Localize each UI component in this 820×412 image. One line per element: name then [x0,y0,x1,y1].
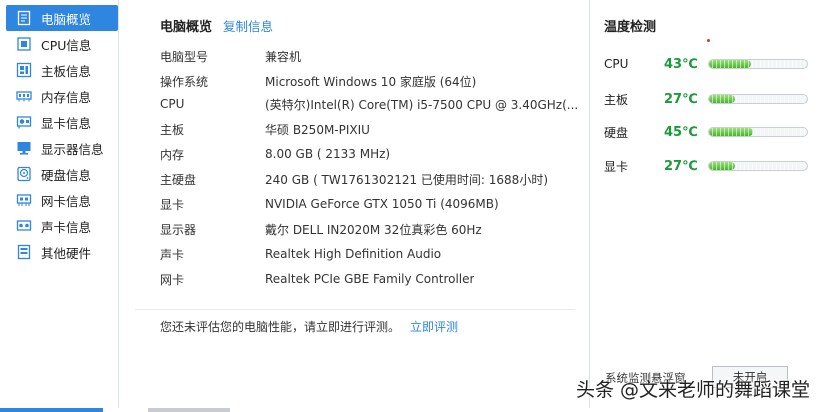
memory-icon [16,91,32,102]
info-value: Microsoft Windows 10 家庭版 (64位) [265,74,477,89]
watermark-text: 头条 @文来老师的舞蹈课堂 [575,379,810,401]
temp-gauge [708,161,808,171]
info-value: 兼容机 [265,49,302,64]
temp-row-gpu: 显卡 27℃ [604,156,814,176]
info-row-sound-card: 声卡 Realtek High Definition Audio [160,244,590,264]
info-row-monitor: 显示器 戴尔 DELL IN2020M 32位真彩色 60Hz [160,219,590,239]
info-key: 声卡 [160,247,185,262]
gauge-ticks [709,162,807,170]
temp-gauge [708,127,808,137]
sidebar-item-network-card[interactable]: 网卡信息 [6,187,118,213]
sidebar-item-sound-card[interactable]: 声卡信息 [6,213,118,239]
sidebar-item-monitor[interactable]: 显示器信息 [6,135,118,161]
evaluation-prompt: 您还未评估您的电脑性能，请立即进行评测。 [160,320,401,334]
sidebar-item-label: 内存信息 [41,89,92,105]
temp-gauge [708,94,808,104]
sidebar-item-label: 声卡信息 [41,219,92,235]
info-row-cpu: CPU (英特尔)Intel(R) Core(TM) i5-7500 CPU @… [160,94,590,114]
info-value: 240 GB ( TW1761302121 已使用时间: 1688小时) [265,172,548,187]
temp-row-motherboard: 主板 27℃ [604,89,814,109]
evaluate-now-link[interactable]: 立即评测 [410,318,458,335]
info-value: (英特尔)Intel(R) Core(TM) i5-7500 CPU @ 3.4… [265,97,579,112]
info-value: NVIDIA GeForce GTX 1050 Ti (4096MB) [265,197,499,211]
info-key: 显卡 [160,197,185,212]
info-key: 网卡 [160,272,185,287]
info-row-network-card: 网卡 Realtek PCIe GBE Family Controller [160,269,590,289]
info-value: Realtek PCIe GBE Family Controller [265,272,475,286]
info-key: 电脑型号 [160,49,209,64]
info-key: 操作系统 [160,74,209,89]
temp-value: 45℃ [664,124,698,140]
sidebar-item-label: 显卡信息 [41,115,92,131]
overview-doc-icon [17,10,31,26]
info-value: 华硕 B250M-PIXIU [265,122,370,137]
page-title: 电脑概览 [160,20,213,35]
info-row-gpu: 显卡 NVIDIA GeForce GTX 1050 Ti (4096MB) [160,194,590,214]
sidebar-item-label: 主板信息 [41,63,92,79]
info-value: 8.00 GB ( 2133 MHz) [265,147,391,161]
motherboard-icon [16,62,32,78]
sidebar-item-label: 显示器信息 [41,141,104,157]
info-row-model: 电脑型号 兼容机 [160,46,590,66]
temp-gauge [708,59,808,69]
temp-name: 硬盘 [604,125,629,140]
info-key: 主硬盘 [160,172,197,187]
info-key: 内存 [160,147,185,162]
monitor-icon [17,142,31,155]
info-key: 显示器 [160,222,197,237]
info-row-memory: 内存 8.00 GB ( 2133 MHz) [160,144,590,164]
temperature-panel: 温度检测 CPU 43℃ 主板 27℃ 硬盘 45℃ 显卡 27℃ 系统监测悬浮… [589,0,820,412]
gpu-icon [16,116,32,129]
sidebar-item-label: 硬盘信息 [41,167,92,183]
other-hardware-icon [17,244,31,260]
cpu-icon [17,37,31,51]
info-value: Realtek High Definition Audio [265,247,442,261]
temperature-title: 温度检测 [604,20,657,35]
sidebar-item-harddisk[interactable]: 硬盘信息 [6,161,118,187]
harddisk-icon [17,166,31,182]
info-row-motherboard: 主板 华硕 B250M-PIXIU [160,119,590,139]
temp-row-harddisk: 硬盘 45℃ [604,122,814,142]
sidebar: 电脑概览 CPU信息 主板信息 内存信息 显卡信息 显示器信息 硬盘信息 网卡信… [0,0,119,412]
sidebar-item-gpu[interactable]: 显卡信息 [6,109,118,135]
divider [135,309,575,310]
bottom-progress-bar [0,408,103,412]
temp-row-cpu: CPU 43℃ [604,54,814,74]
temp-value: 27℃ [664,158,698,174]
sound-card-icon [16,220,32,231]
bottom-scroll-thumb[interactable] [148,408,230,412]
info-row-harddisk: 主硬盘 240 GB ( TW1761302121 已使用时间: 1688小时) [160,169,590,189]
sidebar-item-label: 其他硬件 [41,245,92,261]
info-row-os: 操作系统 Microsoft Windows 10 家庭版 (64位) [160,71,590,91]
info-value: 戴尔 DELL IN2020M 32位真彩色 60Hz [265,222,482,237]
info-key: 主板 [160,122,185,137]
network-card-icon [16,194,32,206]
temp-value: 27℃ [664,91,698,107]
status-dot [707,39,710,42]
sidebar-item-label: 电脑概览 [41,11,92,27]
sidebar-item-other-hardware[interactable]: 其他硬件 [6,239,118,265]
sidebar-item-label: 网卡信息 [41,193,92,209]
sidebar-item-motherboard[interactable]: 主板信息 [6,57,118,83]
bottom-scrollbar-track [0,408,820,412]
temp-name: 主板 [604,92,629,107]
temp-name: CPU [604,57,629,71]
info-key: CPU [160,97,185,111]
copy-info-link[interactable]: 复制信息 [223,16,273,35]
temp-name: 显卡 [604,159,629,174]
gauge-ticks [709,128,807,136]
gauge-ticks [709,60,807,68]
sidebar-item-overview[interactable]: 电脑概览 [6,5,118,31]
overview-panel: 电脑概览 复制信息 电脑型号 兼容机 操作系统 Microsoft Window… [120,0,588,412]
sidebar-item-memory[interactable]: 内存信息 [6,83,118,109]
sidebar-item-cpu[interactable]: CPU信息 [6,31,118,57]
temp-value: 43℃ [664,56,698,72]
sidebar-item-label: CPU信息 [41,37,92,53]
gauge-ticks [709,95,807,103]
